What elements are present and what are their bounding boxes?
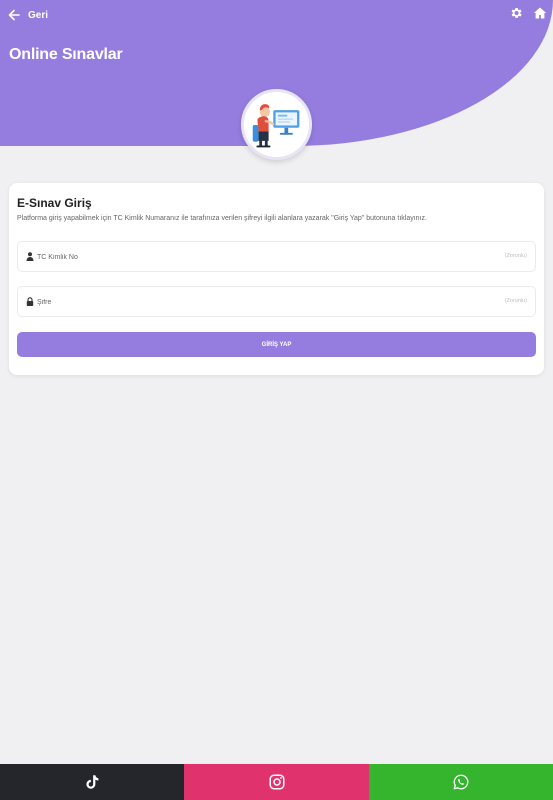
back-button[interactable]: Geri: [8, 7, 48, 23]
card-title: E-Sınav Giriş: [17, 196, 92, 210]
back-label: Geri: [28, 9, 49, 21]
password-field[interactable]: (Zorunlu): [17, 286, 536, 317]
required-label: (Zorunlu): [504, 253, 527, 259]
page-title: Online Sınavlar: [9, 46, 123, 63]
user-icon: [26, 252, 34, 261]
arrow-left-icon: [8, 9, 20, 21]
login-card: E-Sınav Giriş Platforma giriş yapabilmek…: [9, 183, 544, 375]
home-icon[interactable]: [533, 6, 547, 20]
tiktok-icon: [86, 775, 99, 789]
required-label: (Zorunlu): [504, 298, 527, 304]
tiktok-link[interactable]: [0, 764, 184, 800]
card-description: Platforma giriş yapabilmek için TC Kimli…: [17, 215, 427, 222]
login-button[interactable]: GİRİŞ YAP: [17, 332, 536, 357]
whatsapp-icon: [453, 774, 469, 790]
tc-kimlik-field[interactable]: (Zorunlu): [17, 241, 536, 272]
password-input[interactable]: [37, 293, 497, 311]
instagram-link[interactable]: [184, 764, 369, 800]
tc-kimlik-input[interactable]: [37, 248, 497, 266]
gear-icon[interactable]: [509, 6, 523, 20]
social-footer: [0, 764, 553, 800]
top-bar: Geri: [0, 0, 553, 30]
computer-user-illustration: [241, 89, 312, 160]
lock-icon: [26, 297, 34, 306]
whatsapp-link[interactable]: [369, 764, 553, 800]
instagram-icon: [269, 774, 284, 790]
